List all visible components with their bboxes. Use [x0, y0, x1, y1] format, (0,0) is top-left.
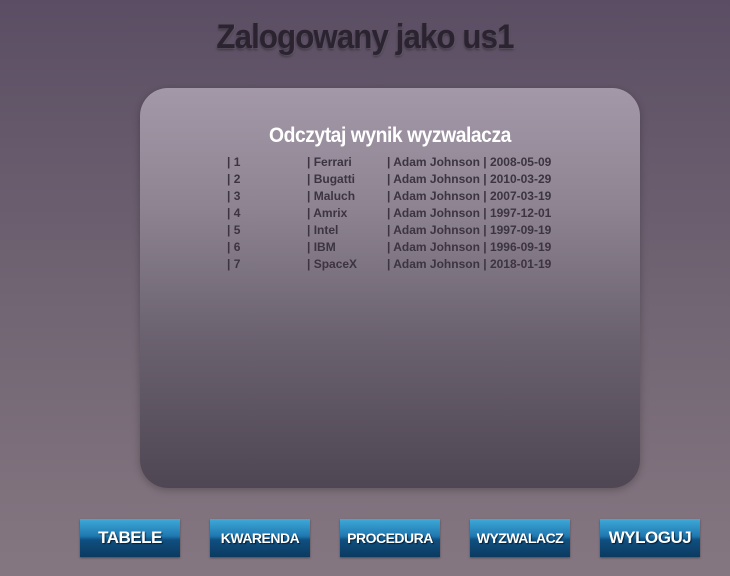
row-name: | Amrix — [307, 206, 348, 220]
row-id: | 6 — [227, 240, 241, 254]
row-id: | 4 — [227, 206, 241, 220]
wyzwalacz-button[interactable]: WYZWALACZ — [470, 519, 570, 557]
wyloguj-button[interactable]: WYLOGUJ — [600, 519, 700, 557]
row-user-date: | Adam Johnson | 2008-05-09 — [387, 155, 552, 169]
trigger-result-panel: Odczytaj wynik wyzwalacza | 1 | Ferrari … — [140, 88, 640, 488]
page-title: Zalogowany jako us1 — [216, 18, 514, 56]
row-name: | Bugatti — [307, 172, 356, 186]
results-list: | 1 | Ferrari | Adam Johnson | 2008-05-0… — [227, 154, 587, 273]
row-name: | Intel — [307, 223, 339, 237]
result-row: | 2 | Bugatti | Adam Johnson | 2010-03-2… — [227, 171, 587, 188]
row-user-date: | Adam Johnson | 2010-03-29 — [387, 172, 552, 186]
panel-title: Odczytaj wynik wyzwalacza — [269, 124, 511, 147]
result-row: | 5 | Intel | Adam Johnson | 1997-09-19 — [227, 222, 587, 239]
result-row: | 4 | Amrix | Adam Johnson | 1997-12-01 — [227, 205, 587, 222]
row-id: | 7 — [227, 257, 241, 271]
row-id: | 3 — [227, 189, 241, 203]
row-name: | SpaceX — [307, 257, 358, 271]
row-user-date: | Adam Johnson | 2018-01-19 — [387, 257, 552, 271]
row-user-date: | Adam Johnson | 1997-12-01 — [387, 206, 552, 220]
result-row: | 3 | Maluch | Adam Johnson | 2007-03-19 — [227, 188, 587, 205]
row-user-date: | Adam Johnson | 1997-09-19 — [387, 223, 552, 237]
result-row: | 7 | SpaceX | Adam Johnson | 2018-01-19 — [227, 256, 587, 273]
row-id: | 2 — [227, 172, 241, 186]
row-id: | 1 — [227, 155, 241, 169]
row-id: | 5 — [227, 223, 241, 237]
row-name: | Ferrari — [307, 155, 352, 169]
result-row: | 6 | IBM | Adam Johnson | 1996-09-19 — [227, 239, 587, 256]
row-name: | IBM — [307, 240, 336, 254]
result-row: | 1 | Ferrari | Adam Johnson | 2008-05-0… — [227, 154, 587, 171]
row-user-date: | Adam Johnson | 1996-09-19 — [387, 240, 552, 254]
row-user-date: | Adam Johnson | 2007-03-19 — [387, 189, 552, 203]
tabele-button[interactable]: TABELE — [80, 519, 180, 557]
procedura-button[interactable]: PROCEDURA — [340, 519, 440, 557]
kwarenda-button[interactable]: KWARENDA — [210, 519, 310, 557]
bottom-nav: TABELE KWARENDA PROCEDURA WYZWALACZ WYLO… — [0, 519, 730, 557]
row-name: | Maluch — [307, 189, 356, 203]
